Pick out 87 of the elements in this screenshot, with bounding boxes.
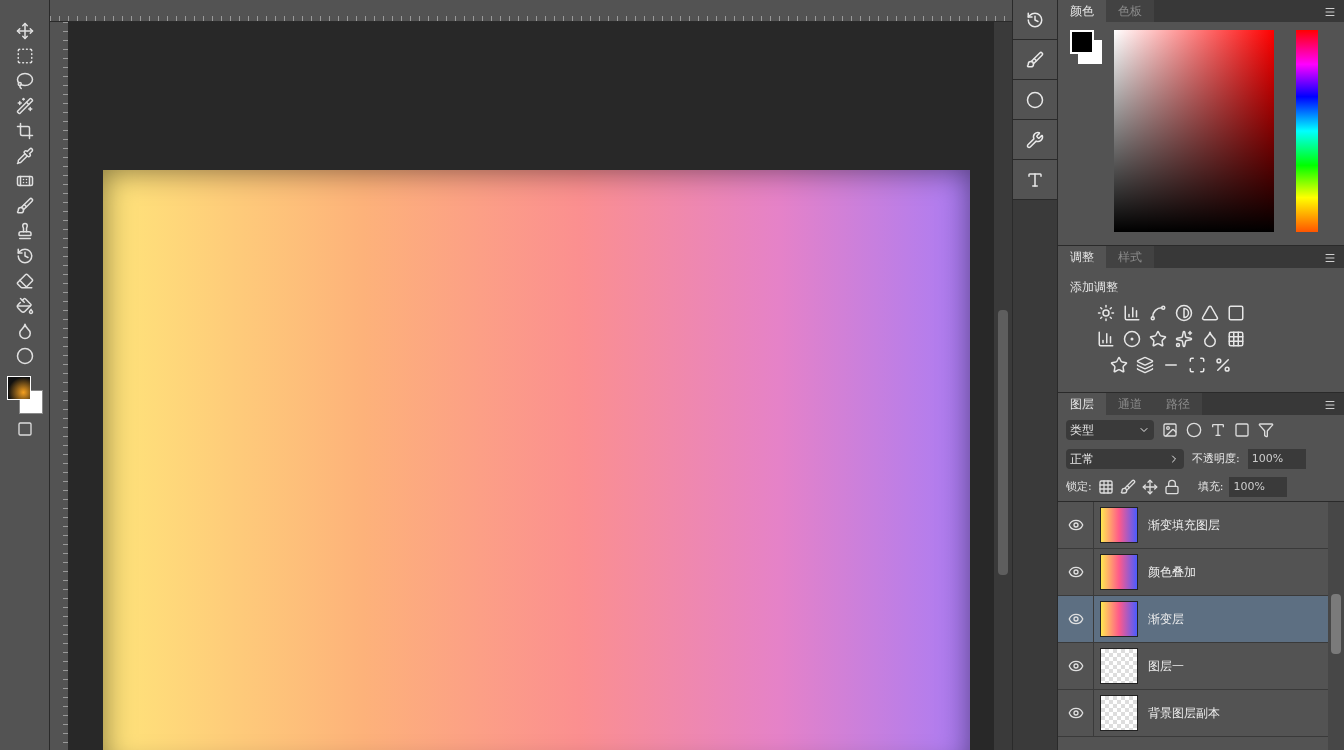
eye-icon[interactable] <box>1067 658 1084 674</box>
type-icon <box>1026 170 1044 189</box>
circle-icon <box>1026 90 1044 109</box>
history-icon <box>1026 10 1044 29</box>
panel-button[interactable] <box>1013 120 1057 160</box>
lock-label: 锁定: <box>1066 478 1092 495</box>
star-icon[interactable] <box>1110 356 1128 374</box>
layer-thumbnail <box>1100 695 1138 731</box>
stamp-icon[interactable] <box>15 222 34 240</box>
filter-icon[interactable] <box>1258 422 1274 438</box>
layer-name: 渐变填充图层 <box>1148 517 1220 534</box>
panel-menu-icon[interactable] <box>1324 6 1336 18</box>
wand-icon[interactable] <box>15 97 34 115</box>
color-picker-field[interactable] <box>1114 30 1274 232</box>
panel-button[interactable] <box>1013 160 1057 200</box>
brush-icon[interactable] <box>1119 479 1136 495</box>
paint-bucket-icon[interactable] <box>15 297 34 315</box>
scrollbar-thumb[interactable] <box>1331 594 1341 654</box>
eye-icon[interactable] <box>1067 517 1084 533</box>
color-swatches[interactable] <box>6 376 43 414</box>
eraser-icon[interactable] <box>15 272 34 290</box>
kind-filter-dropdown[interactable]: 类型 <box>1066 420 1154 440</box>
triangle-icon[interactable] <box>1201 304 1219 322</box>
move-icon[interactable] <box>15 22 34 40</box>
shape-filter-icon[interactable] <box>1234 422 1250 438</box>
panel-tab[interactable]: 调整 <box>1058 246 1106 268</box>
adjustment-filter-icon[interactable] <box>1186 422 1202 438</box>
panel-heading: 添加调整 <box>1070 279 1119 296</box>
scan-icon[interactable] <box>1188 356 1206 374</box>
layer-row[interactable]: 渐变填充图层 <box>1058 502 1328 549</box>
layer-name: 图层一 <box>1148 658 1184 675</box>
contrast-icon[interactable] <box>1175 304 1193 322</box>
quick-mask-icon[interactable] <box>16 421 33 437</box>
layer-thumbnail <box>1100 601 1138 637</box>
opacity-label: 不透明度: <box>1192 450 1240 467</box>
star-icon[interactable] <box>1149 330 1167 348</box>
percent-icon[interactable] <box>1214 356 1232 374</box>
panel-button[interactable] <box>1013 80 1057 120</box>
panel-button[interactable] <box>1013 40 1057 80</box>
layer-row[interactable]: 颜色叠加 <box>1058 549 1328 596</box>
image-filter-icon[interactable] <box>1162 422 1178 438</box>
eye-icon[interactable] <box>1067 564 1084 580</box>
layer-name: 颜色叠加 <box>1148 564 1196 581</box>
lock-icon[interactable] <box>1163 479 1180 495</box>
layer-thumbnail <box>1100 648 1138 684</box>
layer-thumbnail <box>1100 507 1138 543</box>
fill-label: 填充: <box>1197 478 1224 495</box>
sun-icon[interactable] <box>1097 304 1115 322</box>
layers-icon[interactable] <box>1136 356 1154 374</box>
marquee-icon[interactable] <box>15 47 34 65</box>
layer-row[interactable]: 背景图层副本 <box>1058 690 1328 737</box>
crop-icon[interactable] <box>15 122 34 140</box>
droplet-icon[interactable] <box>1201 330 1219 348</box>
lock-pixels-icon[interactable] <box>1097 479 1114 495</box>
circle-dot-icon[interactable] <box>1123 330 1141 348</box>
eye-icon[interactable] <box>1067 705 1084 721</box>
eyedropper-icon[interactable] <box>15 147 34 165</box>
fill-field[interactable]: 100% <box>1229 477 1288 497</box>
layer-row[interactable]: 渐变层 <box>1058 596 1328 643</box>
circle-icon[interactable] <box>15 347 34 365</box>
scrollbar-thumb[interactable] <box>998 310 1008 575</box>
wrench-icon <box>1026 130 1044 149</box>
history-icon[interactable] <box>15 247 34 265</box>
square-icon[interactable] <box>1227 304 1245 322</box>
layer-thumbnail <box>1100 554 1138 590</box>
lasso-icon[interactable] <box>15 72 34 90</box>
eye-icon[interactable] <box>1067 611 1084 627</box>
panel-tab[interactable]: 图层 <box>1058 393 1106 415</box>
layer-name: 渐变层 <box>1148 611 1184 628</box>
panel-button[interactable] <box>1013 0 1057 40</box>
bar-chart-icon[interactable] <box>1123 304 1141 322</box>
opacity-field[interactable]: 100% <box>1247 449 1306 469</box>
move-icon[interactable] <box>1141 479 1158 495</box>
color-swatches[interactable] <box>1070 30 1102 64</box>
type-filter-icon[interactable] <box>1210 422 1226 438</box>
chart-icon[interactable] <box>1097 330 1115 348</box>
panel-menu-icon[interactable] <box>1324 399 1336 411</box>
layer-name: 背景图层副本 <box>1148 705 1220 722</box>
brush-icon[interactable] <box>15 197 34 215</box>
panel-menu-icon[interactable] <box>1324 252 1336 264</box>
panel-tab[interactable]: 颜色 <box>1058 0 1106 22</box>
blend-mode-dropdown[interactable]: 正常 <box>1066 449 1184 469</box>
layer-row[interactable]: 图层一 <box>1058 643 1328 690</box>
sparkle-icon[interactable] <box>1175 330 1193 348</box>
grid-icon[interactable] <box>1227 330 1245 348</box>
brush-icon <box>1026 50 1044 69</box>
curve-icon[interactable] <box>1149 304 1167 322</box>
